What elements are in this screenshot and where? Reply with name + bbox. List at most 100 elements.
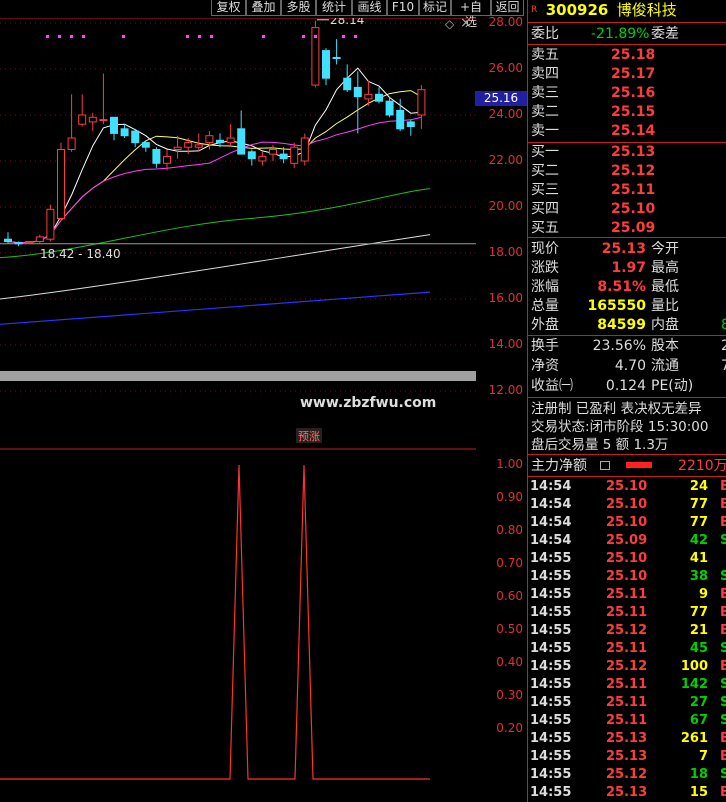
candle[interactable] [300, 137, 309, 162]
candle[interactable] [163, 155, 171, 164]
candle[interactable] [332, 57, 341, 59]
candle[interactable] [152, 149, 161, 164]
main-force-row[interactable]: 主力净额 2210万 [531, 456, 726, 476]
stat-row: 涨跌 1.97 最高 [531, 260, 679, 276]
candle[interactable] [99, 119, 108, 122]
indicator-tick: 1.00 [496, 457, 523, 471]
toolbar-button[interactable]: 复权 [211, 0, 246, 16]
candle[interactable] [194, 144, 203, 148]
candle[interactable] [226, 137, 235, 144]
candle[interactable] [120, 128, 129, 137]
candle[interactable] [353, 86, 362, 98]
candle[interactable] [385, 100, 394, 116]
bid-row: 买三 25.11 [531, 182, 656, 198]
signal-dot [262, 35, 265, 38]
quote-panel: R 300926 博俊科技 委比 -21.89% 委差 注册制 已盈利 表决权无… [527, 0, 726, 802]
candle[interactable] [67, 137, 76, 150]
margin-badge: R [531, 5, 538, 15]
candle[interactable] [417, 89, 426, 116]
candle[interactable] [25, 241, 34, 244]
tick-row: 14:55 25.11 67 S [530, 713, 726, 728]
main-force-value: 2210万 [678, 458, 726, 474]
tick-row: 14:55 25.12 21 B [530, 623, 726, 638]
candle[interactable] [57, 149, 65, 219]
diamond-icon[interactable]: ◇ [445, 17, 454, 31]
toolbar-button[interactable]: 叠加 [246, 0, 281, 16]
toolbar: 复权 叠加 多股 统计 画线 F10 标记 +自选 返回 [211, 0, 526, 29]
candle[interactable] [78, 114, 87, 125]
candle[interactable] [35, 236, 44, 242]
tick-row: 14:55 25.13 7 B [530, 749, 726, 764]
weibi-value: -21.89% [591, 26, 650, 42]
toolbar-button[interactable]: +自选 [451, 0, 491, 29]
candle[interactable] [14, 242, 23, 245]
price-tick: 16.00 [488, 291, 523, 305]
signal-dot [314, 35, 317, 38]
candle[interactable] [173, 146, 182, 150]
candle[interactable] [269, 149, 277, 155]
candle[interactable] [322, 50, 330, 79]
candle[interactable] [46, 208, 55, 240]
price-tick: 18.00 [488, 245, 523, 259]
price-tick: 20.00 [488, 199, 523, 213]
indicator-tick: 0.90 [496, 490, 523, 504]
indicator-tick: 0.50 [496, 622, 523, 636]
candle[interactable] [205, 135, 214, 144]
ask-row: 卖三 25.16 [531, 85, 656, 101]
price-tick: 28.00 [488, 15, 523, 29]
candle[interactable] [406, 121, 415, 128]
list-icon[interactable] [600, 461, 610, 470]
indicator-line [0, 464, 430, 780]
bid-row: 买一 25.13 [531, 144, 656, 160]
ask-row: 卖一 25.14 [531, 123, 656, 139]
candle[interactable] [247, 151, 256, 160]
tick-row: 14:55 25.11 9 B [530, 587, 726, 602]
stat-row: 净资4.70流通70 [531, 358, 726, 374]
candle[interactable] [343, 77, 352, 91]
stat-row: 总量 165550 量比 [531, 298, 679, 314]
candle[interactable] [4, 238, 12, 242]
candle[interactable] [141, 142, 150, 148]
bid-row: 买二 25.12 [531, 163, 656, 179]
candle[interactable] [290, 146, 299, 164]
indicator-tick: 0.20 [496, 721, 523, 735]
signal-dot [302, 35, 305, 38]
tick-row: 14:55 25.12 100 B [530, 659, 726, 674]
tick-row: 14:55 25.11 45 S [530, 641, 726, 656]
y-axis: 28.00 26.00 24.00 22.00 20.00 18.00 16.00 14.00… [445, 15, 527, 802]
bid-row: 买四 25.10 [531, 201, 656, 217]
candle[interactable] [364, 93, 373, 100]
ma10-line [7, 90, 422, 244]
stock-code: 300926 [545, 1, 609, 19]
candle[interactable] [216, 139, 224, 144]
low-price-label: 18.42 - 18.40 [40, 247, 121, 261]
high-price-label: 28.14 [330, 18, 364, 27]
toolbar-button[interactable]: 返回 [491, 0, 524, 16]
toolbar-button[interactable]: 统计 [316, 0, 352, 16]
toolbar-button[interactable]: 多股 [281, 0, 316, 16]
candle[interactable] [375, 93, 383, 102]
candle[interactable] [237, 128, 246, 155]
candle[interactable] [131, 130, 140, 144]
toolbar-button[interactable]: 画线 [352, 0, 387, 16]
candle[interactable] [88, 116, 97, 123]
close-icon[interactable]: × [460, 15, 472, 31]
tick-row: 14:54 25.09 42 S [530, 533, 726, 548]
tick-row: 14:54 25.10 24 B [530, 479, 726, 494]
watermark: www.zbzfwu.com [300, 395, 436, 411]
tick-row: 14:55 25.12 18 S [530, 767, 726, 782]
signal-dot [186, 35, 189, 38]
stat-row: 外盘 84599 内盘 8 [531, 317, 726, 333]
candle[interactable] [110, 116, 118, 134]
price-tick: 22.00 [488, 153, 523, 167]
ask-row: 卖五 25.18 [531, 47, 656, 63]
reg-info: 注册制 已盈利 表决权无差异 [531, 401, 702, 417]
candle[interactable] [396, 109, 405, 130]
candle[interactable] [184, 142, 193, 148]
candle[interactable] [279, 153, 288, 160]
price-chart[interactable]: 28.14 18.42 - 18.40 www.zbzfwu.com 预涨 [0, 18, 476, 802]
toolbar-button[interactable]: F10 [387, 0, 419, 16]
toolbar-button[interactable]: 标记 [419, 0, 451, 16]
bid-row: 买五 25.09 [531, 220, 656, 236]
candle[interactable] [258, 155, 267, 162]
